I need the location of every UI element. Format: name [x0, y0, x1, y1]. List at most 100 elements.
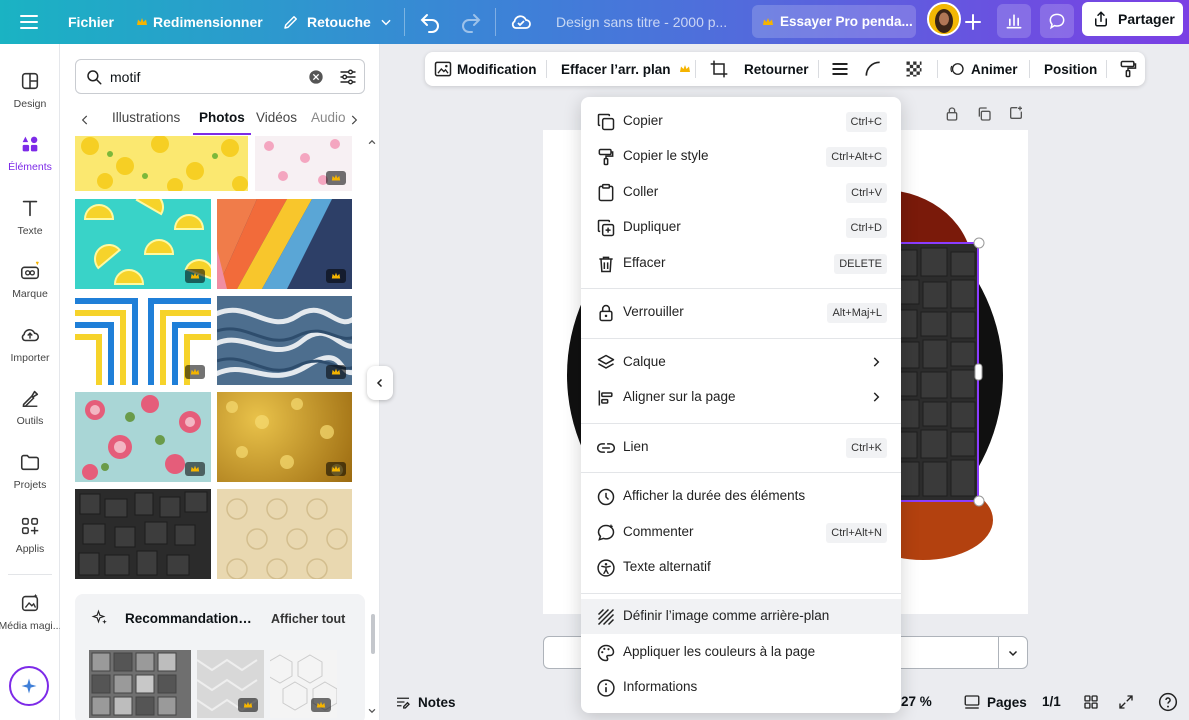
scroll-thumb[interactable]	[371, 614, 375, 654]
photo-thumbnail[interactable]	[255, 136, 352, 191]
photo-thumbnail[interactable]	[75, 136, 248, 191]
comments-button[interactable]	[1040, 4, 1074, 38]
menu-item-link[interactable]: Lien Ctrl+K	[581, 430, 901, 465]
edit-menu[interactable]: Retouche	[282, 0, 393, 44]
photo-thumbnail[interactable]	[217, 489, 352, 579]
rail-item-design[interactable]: Design	[0, 64, 60, 124]
divider	[818, 60, 819, 78]
menu-item-apply-colors[interactable]: Appliquer les couleurs à la page	[581, 635, 901, 670]
rail-item-elements[interactable]: Éléments	[0, 127, 60, 187]
menu-item-show-duration[interactable]: Afficher la durée des éléments	[581, 479, 901, 514]
menu-item-copy[interactable]: Copier Ctrl+C	[581, 104, 901, 139]
rail-label: Projets	[13, 479, 47, 491]
modify-button[interactable]: Modification	[433, 52, 537, 86]
photo-thumbnail[interactable]	[217, 199, 352, 289]
chevron-left-icon[interactable]	[78, 113, 92, 127]
recommendation-thumbnail[interactable]	[197, 650, 264, 718]
rail-item-magic-media[interactable]: Média magi...	[0, 586, 62, 646]
menu-icon[interactable]	[17, 10, 41, 34]
notes-button[interactable]: Notes	[394, 693, 456, 711]
menu-item-paste[interactable]: Coller Ctrl+V	[581, 175, 901, 210]
menu-item-delete[interactable]: Effacer DELETE	[581, 246, 901, 281]
divider	[1029, 60, 1030, 78]
menu-item-info[interactable]: Informations	[581, 670, 901, 705]
resize-button[interactable]: Redimensionner	[136, 0, 263, 44]
share-button[interactable]: Partager	[1082, 2, 1183, 36]
menu-item-comment[interactable]: Commenter Ctrl+Alt+N	[581, 515, 901, 550]
menu-item-label: Copier le style	[623, 148, 709, 163]
border-style-icon[interactable]	[830, 59, 850, 79]
insights-button[interactable]	[997, 4, 1031, 38]
page-add-icon[interactable]	[1008, 105, 1024, 121]
scroll-down-icon[interactable]	[367, 706, 377, 716]
design-title[interactable]: Design sans titre - 2000 p...	[556, 0, 732, 44]
chevron-right-icon[interactable]	[347, 113, 361, 127]
page-counter[interactable]: 1/1	[1042, 694, 1061, 709]
crown-icon	[331, 174, 341, 181]
rail-item-tools[interactable]: Outils	[0, 381, 60, 441]
palette-icon	[597, 644, 615, 662]
grid-view-icon[interactable]	[1082, 693, 1100, 711]
menu-item-layer[interactable]: Calque	[581, 345, 901, 380]
rail-item-projects[interactable]: Projets	[0, 445, 60, 505]
premium-badge	[238, 698, 258, 712]
crop-icon[interactable]	[709, 59, 729, 79]
add-icon[interactable]	[961, 10, 985, 34]
redo-icon[interactable]	[459, 10, 483, 34]
tab-audio[interactable]: Audio	[311, 110, 347, 125]
transparency-icon[interactable]	[904, 59, 924, 79]
sparkle-icon	[21, 678, 37, 694]
menu-item-lock[interactable]: Verrouiller Alt+Maj+L	[581, 295, 901, 330]
menu-item-duplicate[interactable]: Dupliquer Ctrl+D	[581, 210, 901, 245]
crown-icon	[190, 465, 200, 472]
copy-style-icon[interactable]	[1118, 59, 1138, 79]
photo-thumbnail[interactable]	[75, 296, 211, 385]
menu-item-align-page[interactable]: Aligner sur la page	[581, 380, 901, 415]
search-input[interactable]	[110, 60, 310, 93]
recommendation-thumbnail[interactable]	[270, 650, 337, 718]
rail-item-apps[interactable]: Applis	[0, 509, 60, 569]
rail-item-brand[interactable]: Marque	[0, 254, 60, 314]
corner-rounding-icon[interactable]	[863, 59, 883, 79]
photo-thumbnail[interactable]	[217, 392, 352, 482]
photo-thumbnail[interactable]	[75, 392, 211, 482]
collapse-panel-button[interactable]	[367, 366, 393, 400]
photo-thumbnail[interactable]	[75, 489, 211, 579]
recommendation-thumbnail[interactable]	[89, 650, 191, 718]
scroll-up-icon[interactable]	[367, 137, 377, 147]
avatar[interactable]	[927, 2, 961, 36]
flip-button[interactable]: Retourner	[744, 52, 809, 86]
rail-item-text[interactable]: Texte	[0, 191, 60, 251]
animate-button[interactable]: Animer	[948, 52, 1018, 86]
tab-videos[interactable]: Vidéos	[256, 110, 297, 125]
page-lock-icon[interactable]	[944, 106, 960, 122]
left-rail: Design Éléments Texte Marque Importer Ou…	[0, 44, 62, 720]
tab-photos[interactable]: Photos	[199, 110, 245, 125]
rail-item-upload[interactable]: Importer	[0, 318, 60, 378]
pages-button[interactable]: Pages	[963, 693, 1027, 711]
menu-item-alt-text[interactable]: Texte alternatif	[581, 550, 901, 585]
fullscreen-icon[interactable]	[1117, 693, 1135, 711]
file-menu[interactable]: Fichier	[68, 0, 114, 44]
zoom-level[interactable]: 27 %	[901, 694, 932, 709]
menu-item-copy-style[interactable]: Copier le style Ctrl+Alt+C	[581, 139, 901, 174]
menu-item-set-background[interactable]: Définir l’image comme arrière-plan	[581, 599, 901, 634]
cloud-saved-icon[interactable]	[509, 10, 533, 34]
tab-illustrations[interactable]: Illustrations	[112, 110, 180, 125]
try-pro-button[interactable]: Essayer Pro penda...	[752, 5, 916, 38]
clear-search-icon[interactable]	[308, 69, 324, 85]
sparkle-icon	[91, 609, 107, 624]
undo-icon[interactable]	[418, 10, 442, 34]
page-duplicate-icon[interactable]	[976, 106, 992, 122]
share-label: Partager	[1118, 11, 1175, 27]
photo-thumbnail[interactable]	[75, 199, 211, 289]
chevron-down-icon[interactable]	[1007, 647, 1019, 659]
photo-thumbnail[interactable]	[217, 296, 352, 385]
see-all-link[interactable]: Afficher tout	[271, 612, 345, 626]
help-icon[interactable]	[1158, 692, 1178, 712]
position-button[interactable]: Position	[1044, 52, 1097, 86]
filter-icon[interactable]	[338, 67, 358, 87]
magic-assistant-button[interactable]	[9, 666, 49, 706]
remove-background-button[interactable]: Effacer l’arr. plan	[561, 52, 691, 86]
divider	[495, 8, 496, 36]
